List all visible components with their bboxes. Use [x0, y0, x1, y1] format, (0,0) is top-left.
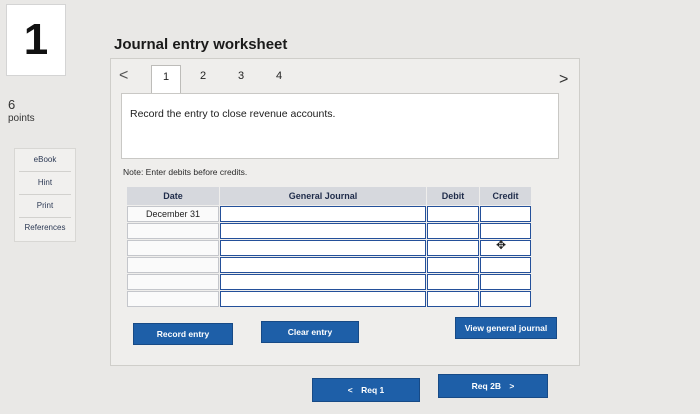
prompt-box: Record the entry to close revenue accoun…	[121, 93, 559, 159]
table-row	[127, 274, 531, 290]
debit-input[interactable]	[427, 206, 479, 222]
account-input[interactable]	[220, 223, 426, 239]
account-input[interactable]	[220, 274, 426, 290]
date-cell	[127, 257, 219, 273]
table-row	[127, 291, 531, 307]
points-label: points	[8, 113, 35, 124]
date-cell: December 31	[127, 206, 219, 222]
debit-input[interactable]	[427, 274, 479, 290]
references-link[interactable]: References	[15, 223, 75, 232]
account-input[interactable]	[220, 240, 426, 256]
debit-column-header: Debit	[427, 187, 479, 205]
debit-input[interactable]	[427, 291, 479, 307]
divider	[19, 217, 71, 218]
table-row	[127, 240, 531, 256]
worksheet-panel: < > 1 2 3 4 Record the entry to close re…	[110, 58, 580, 366]
note-text: Note: Enter debits before credits.	[123, 167, 248, 177]
credit-input[interactable]	[480, 223, 531, 239]
debit-input[interactable]	[427, 240, 479, 256]
tab-3[interactable]: 3	[227, 65, 255, 87]
record-entry-button[interactable]: Record entry	[133, 323, 233, 345]
points-value: 6	[8, 97, 16, 112]
credit-input[interactable]	[480, 274, 531, 290]
next-requirement-label: Req 2B	[471, 381, 501, 391]
date-column-header: Date	[127, 187, 219, 205]
credit-input[interactable]	[480, 291, 531, 307]
date-cell	[127, 291, 219, 307]
date-cell	[127, 274, 219, 290]
view-general-journal-button[interactable]: View general journal	[455, 317, 557, 339]
prompt-text: Record the entry to close revenue accoun…	[130, 108, 336, 120]
prev-requirement-button[interactable]: < Req 1	[312, 378, 420, 402]
hint-link[interactable]: Hint	[15, 178, 75, 187]
points-display: 6 points	[8, 98, 35, 126]
worksheet-title: Journal entry worksheet	[114, 36, 288, 53]
prev-tab-chevron-icon[interactable]: <	[119, 67, 128, 85]
credit-input[interactable]	[480, 257, 531, 273]
credit-column-header: Credit	[480, 187, 531, 205]
tab-2[interactable]: 2	[189, 65, 217, 87]
credit-input[interactable]	[480, 206, 531, 222]
ebook-link[interactable]: eBook	[15, 155, 75, 164]
credit-input[interactable]	[480, 240, 531, 256]
divider	[19, 194, 71, 195]
tab-4[interactable]: 4	[265, 65, 293, 87]
chevron-right-icon: >	[509, 381, 515, 391]
date-cell	[127, 240, 219, 256]
next-tab-chevron-icon[interactable]: >	[559, 71, 568, 89]
debit-input[interactable]	[427, 223, 479, 239]
account-input[interactable]	[220, 206, 426, 222]
table-row: December 31	[127, 206, 531, 222]
prev-requirement-label: Req 1	[361, 385, 385, 395]
table-row	[127, 257, 531, 273]
chevron-left-icon: <	[347, 385, 353, 395]
account-input[interactable]	[220, 257, 426, 273]
clear-entry-button[interactable]: Clear entry	[261, 321, 359, 343]
debit-input[interactable]	[427, 257, 479, 273]
question-number: 1	[6, 4, 66, 76]
resources-panel: eBook Hint Print References	[14, 148, 76, 242]
divider	[19, 171, 71, 172]
date-cell	[127, 223, 219, 239]
next-requirement-button[interactable]: Req 2B >	[438, 374, 548, 398]
print-link[interactable]: Print	[15, 201, 75, 210]
journal-table: Date General Journal Debit Credit Decemb…	[127, 187, 531, 307]
tab-1[interactable]: 1	[151, 65, 181, 94]
general-journal-column-header: General Journal	[220, 187, 426, 205]
table-row	[127, 223, 531, 239]
account-input[interactable]	[220, 291, 426, 307]
